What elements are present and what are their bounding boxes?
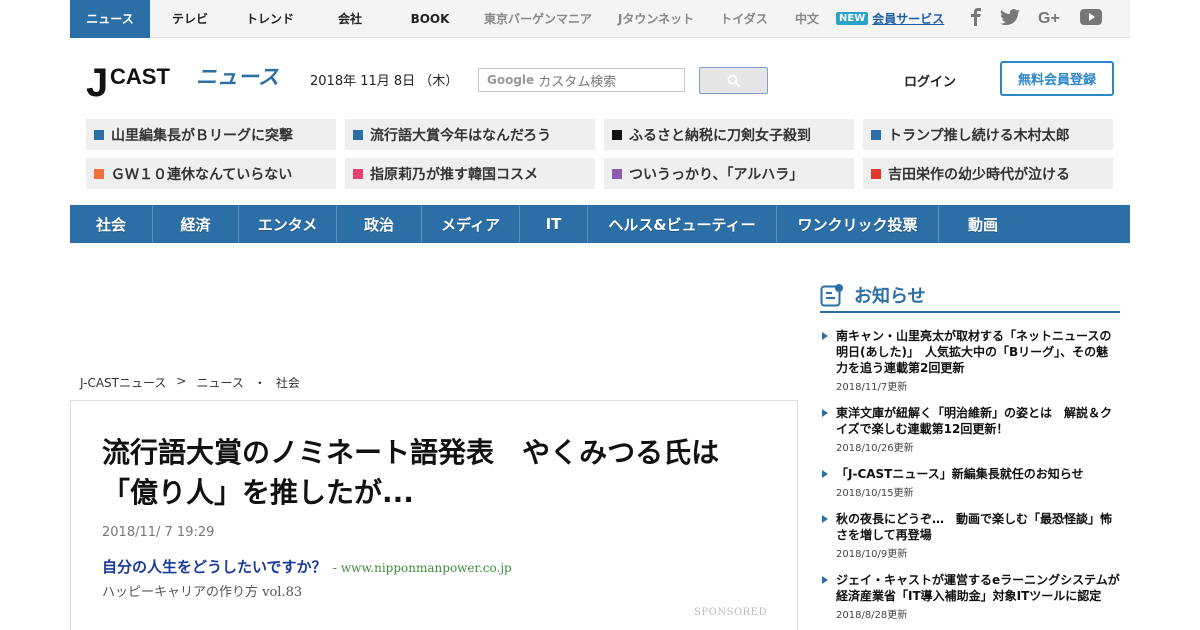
notice-header: お知らせ [820,278,1120,313]
topnav-item-toidas[interactable]: トイダス [706,0,782,38]
social-links: G+ [970,7,1103,30]
sponsored-ad-link[interactable]: 自分の人生をどうしたいですか？ - www.nipponmanpower.co.jp [102,556,512,577]
triangle-bullet-icon [822,515,828,523]
notice-date: 2018/11/7更新 [836,382,908,393]
topic-item[interactable]: ついうっかり、「アルハラ」 [604,158,854,189]
page: ニュース テレビ トレンド 会社 BOOK 東京バーゲンマニア Jタウンネット … [0,0,1200,630]
triangle-bullet-icon [822,409,828,417]
search-icon [727,74,741,88]
topnav-item-news[interactable]: ニュース [70,0,150,38]
sponsored-label: SPONSORED [694,607,767,618]
category-society[interactable]: 社会 [70,205,153,243]
topic-marker [94,168,104,179]
triangle-bullet-icon [822,576,828,584]
jcast-news-logo[interactable]: J CAST ニュース [86,58,286,105]
facebook-icon[interactable] [970,7,982,30]
topic-item[interactable]: 流行語大賞今年はなんだろう [345,119,595,150]
current-date: 2018年 11月 8日 （木） [310,74,459,89]
register-button[interactable]: 無料会員登録 [1000,61,1114,96]
search-placeholder: カスタム検索 [538,74,617,90]
breadcrumb-separator: > [176,374,187,388]
svg-text:G+: G+ [1038,10,1060,25]
topnav-item-tv[interactable]: テレビ [150,0,230,38]
ad-separator: - [332,561,337,575]
topic-marker [94,129,104,140]
notice-item[interactable]: 東洋文庫が紐解く「明治維新」の姿とは 解説＆クイズで楽しむ連載第12回更新！ 2… [820,405,1120,454]
article-headline: 流行語大賞のノミネート語発表 やくみつる氏は「億り人」を推したが... [102,436,720,509]
topic-item[interactable]: 指原莉乃が推す韓国コスメ [345,158,595,189]
notice-text[interactable]: 「J-CASTニュース」新編集長就任のお知らせ [836,466,1120,482]
breadcrumb-separator: ・ [253,376,266,390]
category-video[interactable]: 動画 [939,205,1027,243]
youtube-icon[interactable] [1080,8,1103,29]
notice-item[interactable]: 「J-CASTニュース」新編集長就任のお知らせ 2018/10/15更新 [820,466,1120,499]
member-service-link[interactable]: 会員サービス [868,0,952,38]
topic-item[interactable]: 吉田栄作の幼少時代が泣ける [863,158,1113,189]
category-health-beauty[interactable]: ヘルス&ビューティー [588,205,777,243]
notice-icon [820,283,843,306]
topic-marker [353,168,363,179]
search-button[interactable] [699,67,768,94]
category-media[interactable]: メディア [422,205,520,243]
ad-title[interactable]: 自分の人生をどうしたいですか？ [102,558,327,576]
topnav-item-book[interactable]: BOOK [390,0,470,38]
article-card: 流行語大賞のノミネート語発表 やくみつる氏は「億り人」を推したが... 2018… [70,400,798,630]
topic-marker [612,168,622,179]
notice-list: 南キャン・山里亮太が取材する「ネットニュースの明日(あした)」 人気拡大中の「B… [820,328,1120,630]
notice-text[interactable]: 秋の夜長にどうぞ… 動画で楽しむ「最恐怪談」怖さを増して再登場 [836,511,1120,543]
google-brand: Google [487,73,535,87]
breadcrumb-home[interactable]: J-CASTニュース [80,374,166,391]
topic-item[interactable]: トランプ推し続ける木村太郎 [863,119,1113,150]
breadcrumb: J-CASTニュース > ニュース ・ 社会 [80,374,300,391]
article-date: 2018/11/ 7 19:29 [102,525,215,540]
notice-date: 2018/10/15更新 [836,488,914,499]
triangle-bullet-icon [822,470,828,478]
topnav-item-bargain[interactable]: 東京バーゲンマニア [470,0,606,38]
notice-item[interactable]: 秋の夜長にどうぞ… 動画で楽しむ「最恐怪談」怖さを増して再登場 2018/10/… [820,511,1120,560]
hot-topics: 山里編集長がＢリーグに突撃 流行語大賞今年はなんだろう ふるさと納税に刀剣女子殺… [86,119,1116,189]
login-link[interactable]: ログイン [904,71,956,90]
breadcrumb-news[interactable]: ニュース [196,374,243,391]
twitter-icon[interactable] [1000,8,1021,29]
topnav-item-company[interactable]: 会社 [310,0,390,38]
top-nav: ニュース テレビ トレンド 会社 BOOK 東京バーゲンマニア Jタウンネット … [70,0,1130,38]
triangle-bullet-icon [822,332,828,340]
topnav-item-trend[interactable]: トレンド [230,0,310,38]
notice-text[interactable]: 南キャン・山里亮太が取材する「ネットニュースの明日(あした)」 人気拡大中の「B… [836,328,1120,376]
topic-item[interactable]: 山里編集長がＢリーグに突撃 [86,119,336,150]
category-it[interactable]: IT [520,205,588,243]
category-economy[interactable]: 経済 [153,205,239,243]
category-one-click-vote[interactable]: ワンクリック投票 [777,205,939,243]
category-entertainment[interactable]: エンタメ [239,205,337,243]
notice-date: 2018/8/28更新 [836,610,908,621]
notice-date: 2018/10/26更新 [836,443,914,454]
topic-item[interactable]: ＧＷ１０連休なんていらない [86,158,336,189]
logo-j: J [86,61,108,102]
breadcrumb-society[interactable]: 社会 [276,374,300,391]
notice-text[interactable]: 東洋文庫が紐解く「明治維新」の姿とは 解説＆クイズで楽しむ連載第12回更新！ [836,405,1120,437]
topic-marker [612,129,622,140]
google-plus-icon[interactable]: G+ [1038,9,1062,29]
new-badge: NEW [836,12,869,25]
logo-cast: CAST [110,64,170,89]
notice-text[interactable]: ジェイ・キャストが運営するeラーニングシステムが経済産業省「IT導入補助金」対象… [836,572,1120,604]
ad-url[interactable]: www.nipponmanpower.co.jp [341,561,512,575]
search-input[interactable]: Google カスタム検索 [478,68,685,92]
category-nav: 社会 経済 エンタメ 政治 メディア IT ヘルス&ビューティー ワンクリック投… [70,205,1130,243]
notice-title: お知らせ [854,285,926,307]
notice-item[interactable]: ジェイ・キャストが運営するeラーニングシステムが経済産業省「IT導入補助金」対象… [820,572,1120,621]
topic-marker [871,129,881,140]
category-politics[interactable]: 政治 [337,205,422,243]
ad-subtitle: ハッピーキャリアの作り方 vol.83 [102,585,303,600]
logo-news: ニュース [196,65,279,89]
topnav-item-jtown[interactable]: Jタウンネット [606,0,706,38]
topic-marker [871,168,881,179]
topnav-item-chinese[interactable]: 中文 [782,0,832,38]
notice-date: 2018/10/9更新 [836,549,908,560]
topic-marker [353,129,363,140]
topic-item[interactable]: ふるさと納税に刀剣女子殺到 [604,119,854,150]
notice-item[interactable]: 南キャン・山里亮太が取材する「ネットニュースの明日(あした)」 人気拡大中の「B… [820,328,1120,393]
